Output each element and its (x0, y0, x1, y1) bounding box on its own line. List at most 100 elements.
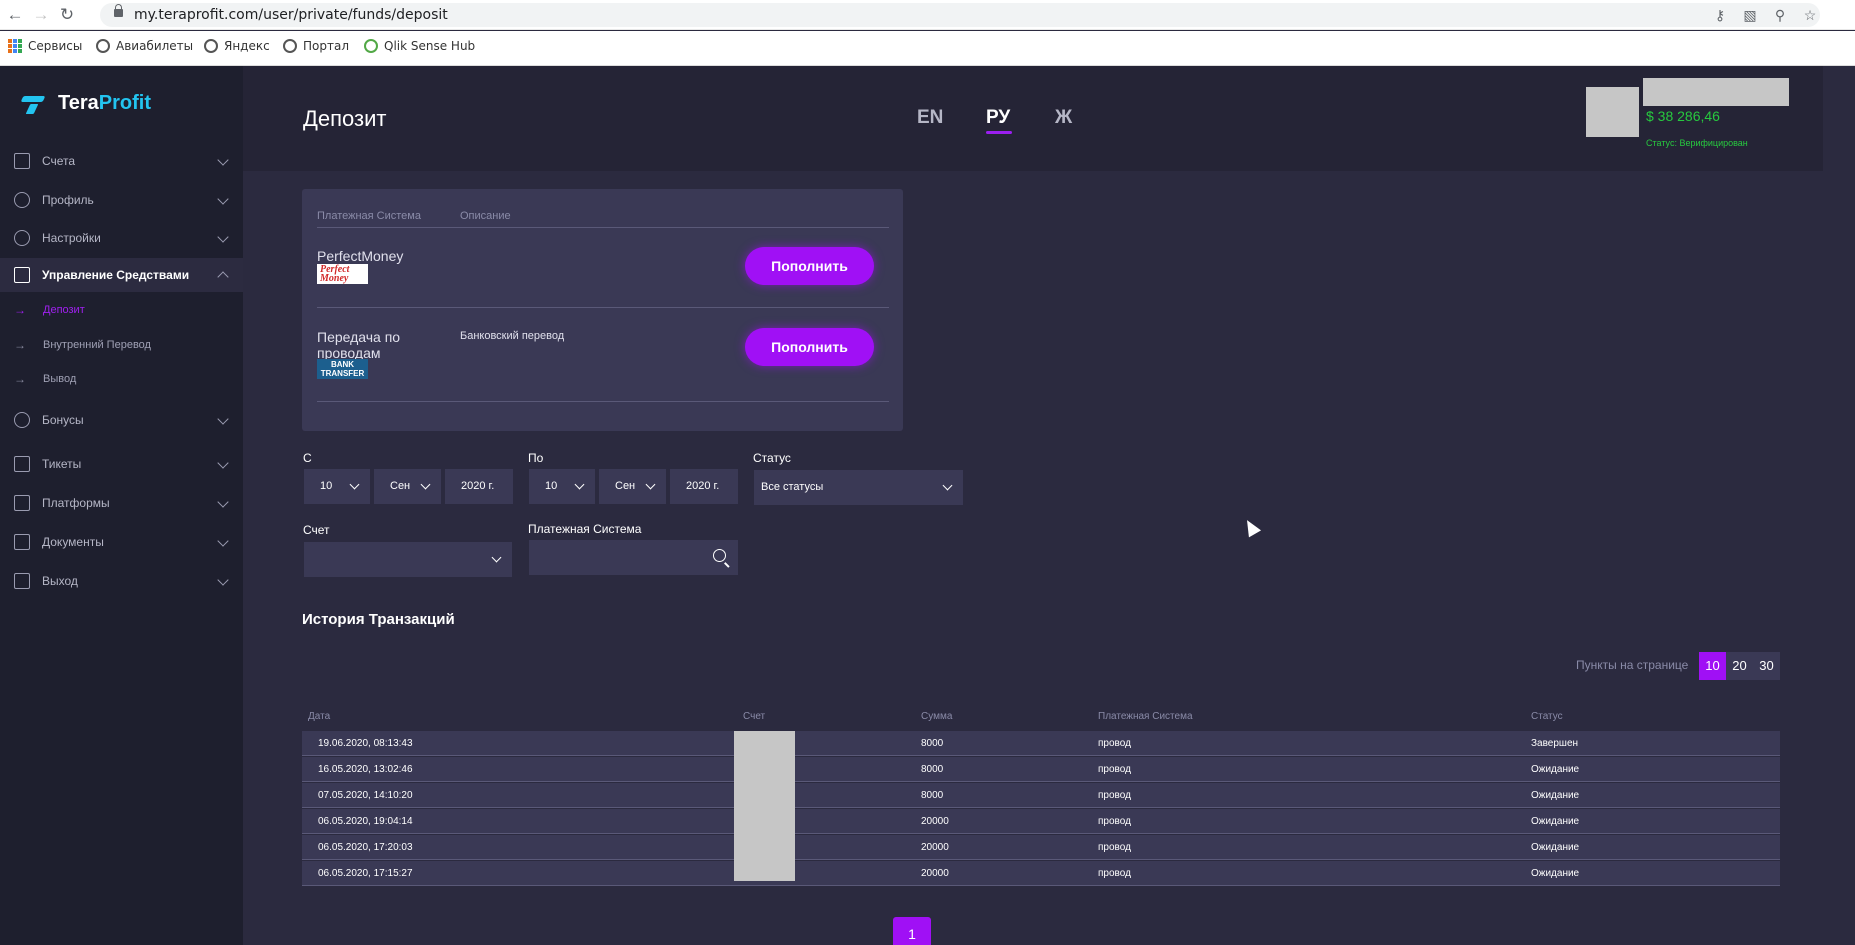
sidebar-item-profile[interactable]: Профиль (0, 183, 243, 217)
bookmark-qlik[interactable]: Qlik Sense Hub (364, 39, 475, 53)
qlik-icon (364, 39, 378, 53)
search-icon[interactable] (713, 549, 726, 562)
filter-to-label: По (528, 451, 544, 465)
cell-date: 07.05.2020, 14:10:20 (318, 790, 413, 801)
topup-perfectmoney-button[interactable]: Пополнить (745, 247, 874, 285)
chevron-down-icon (574, 479, 585, 490)
star-icon[interactable]: ☆ (1800, 5, 1820, 25)
wallet-icon (14, 153, 30, 169)
page-title: Депозит (303, 106, 387, 131)
bookmark-services[interactable]: Сервисы (8, 39, 82, 53)
from-day-select[interactable]: 10 (304, 469, 370, 504)
table-row[interactable]: 06.05.2020, 19:04:14 20000 провод Ожидан… (302, 809, 1780, 834)
translate-icon[interactable]: ▧ (1740, 5, 1760, 25)
per-page-10[interactable]: 10 (1699, 652, 1726, 680)
per-page-label: Пункты на странице (1576, 658, 1689, 672)
lang-ru[interactable]: РУ (986, 107, 1010, 129)
cell-status: Ожидание (1531, 868, 1580, 879)
logo[interactable]: TeraProfit (18, 92, 151, 115)
sidebar-item-documents[interactable]: Документы (0, 525, 243, 559)
sidebar-item-accounts[interactable]: Счета (0, 144, 243, 178)
from-year-select[interactable]: 2020 г. (445, 469, 513, 504)
cell-system: провод (1098, 790, 1131, 801)
arrow-right-icon: → (14, 372, 26, 386)
sidebar-item-funds[interactable]: Управление Средствами (0, 258, 243, 292)
platform-icon (14, 495, 30, 511)
bookmark-avia[interactable]: Авиабилеты (96, 39, 193, 53)
pagination-page-1[interactable]: 1 (893, 917, 931, 945)
lang-other[interactable]: Ж (1055, 107, 1072, 129)
status-select[interactable]: Все статусы (754, 470, 963, 505)
sidebar-subitem-internal-transfer[interactable]: → Внутренний Перевод (0, 331, 243, 359)
payment-system-search-input[interactable] (529, 540, 738, 575)
table-row[interactable]: 16.05.2020, 13:02:46 8000 провод Ожидани… (302, 757, 1780, 782)
col-payment-system[interactable]: Платежная Система (1098, 711, 1193, 722)
method-description: Банковский перевод (460, 330, 565, 342)
to-day-select[interactable]: 10 (529, 469, 595, 504)
bookmark-yandex[interactable]: Яндекс (204, 39, 270, 53)
sidebar-item-tickets[interactable]: Тикеты (0, 447, 243, 481)
col-status[interactable]: Статус (1531, 711, 1563, 722)
bookmarks-bar: Сервисы Авиабилеты Яндекс Портал Qlik Se… (0, 31, 1855, 66)
cell-status: Завершен (1531, 738, 1579, 749)
balance: $ 38 286,46 (1646, 108, 1720, 124)
table-row[interactable]: 06.05.2020, 17:20:03 20000 провод Ожидан… (302, 835, 1780, 860)
reload-icon[interactable]: ↻ (56, 4, 78, 26)
zoom-icon[interactable]: ⚲ (1770, 5, 1790, 25)
to-year-select[interactable]: 2020 г. (670, 469, 738, 504)
col-account[interactable]: Счет (743, 711, 765, 722)
back-arrow-icon[interactable]: ← (4, 4, 26, 26)
cell-date: 06.05.2020, 19:04:14 (318, 816, 413, 827)
chevron-down-icon (217, 574, 229, 586)
cell-status: Ожидание (1531, 764, 1580, 775)
logo-mark-icon (18, 94, 50, 114)
bookmark-label: Сервисы (28, 39, 83, 53)
divider (317, 227, 889, 228)
divider (317, 307, 889, 308)
table-row[interactable]: 19.06.2020, 08:13:43 8000 провод Заверше… (302, 731, 1780, 756)
sidebar-item-bonuses[interactable]: Бонусы (0, 403, 243, 437)
table-row[interactable]: 06.05.2020, 17:15:27 20000 провод Ожидан… (302, 861, 1780, 886)
address-bar[interactable]: my.teraprofit.com/user/private/funds/dep… (100, 3, 1820, 27)
sidebar-subitem-deposit[interactable]: → Депозит (0, 296, 243, 324)
cell-date: 16.05.2020, 13:02:46 (318, 764, 413, 775)
logo-text: TeraProfit (58, 92, 151, 114)
to-month-select[interactable]: Сен (599, 469, 666, 504)
sidebar-item-platforms[interactable]: Платформы (0, 486, 243, 520)
sidebar-subitem-withdraw[interactable]: → Вывод (0, 365, 243, 393)
per-page-20[interactable]: 20 (1726, 652, 1753, 680)
bookmark-portal[interactable]: Портал (283, 39, 349, 53)
chevron-down-icon (217, 413, 229, 425)
from-month-select[interactable]: Сен (374, 469, 441, 504)
per-page-30[interactable]: 30 (1753, 652, 1780, 680)
forward-arrow-icon[interactable]: → (30, 4, 52, 26)
active-lang-indicator (986, 131, 1012, 134)
sidebar-item-settings[interactable]: Настройки (0, 221, 243, 255)
col-date[interactable]: Дата (308, 711, 330, 722)
method-name: PerfectMoney (317, 248, 404, 264)
filter-system-label: Платежная Система (528, 522, 642, 536)
col-amount[interactable]: Сумма (921, 711, 952, 722)
payment-methods-card: Платежная Система Описание PerfectMoney … (302, 189, 903, 431)
bank-transfer-logo: BANK TRANSFER (317, 359, 368, 379)
topup-bank-transfer-button[interactable]: Пополнить (745, 328, 874, 366)
chevron-down-icon (349, 479, 360, 490)
col-payment-system: Платежная Система (317, 210, 421, 222)
verification-status: Статус: Верифицирован (1646, 138, 1748, 148)
table-row[interactable]: 07.05.2020, 14:10:20 8000 провод Ожидани… (302, 783, 1780, 808)
sidebar-item-logout[interactable]: Выход (0, 564, 243, 598)
url-text: my.teraprofit.com/user/private/funds/dep… (134, 7, 448, 23)
cell-amount: 20000 (921, 816, 949, 827)
key-icon[interactable]: ⚷ (1710, 5, 1730, 25)
cell-status: Ожидание (1531, 790, 1580, 801)
gift-icon (14, 412, 30, 428)
account-select[interactable] (304, 542, 512, 577)
bookmark-label: Яндекс (224, 39, 270, 53)
account-column-redacted (734, 731, 795, 881)
cell-date: 06.05.2020, 17:15:27 (318, 868, 413, 879)
bookmark-label: Портал (303, 39, 349, 53)
chevron-down-icon (645, 479, 656, 490)
avatar[interactable] (1586, 87, 1639, 137)
filter-account-label: Счет (303, 523, 330, 537)
lang-en[interactable]: EN (917, 107, 943, 129)
